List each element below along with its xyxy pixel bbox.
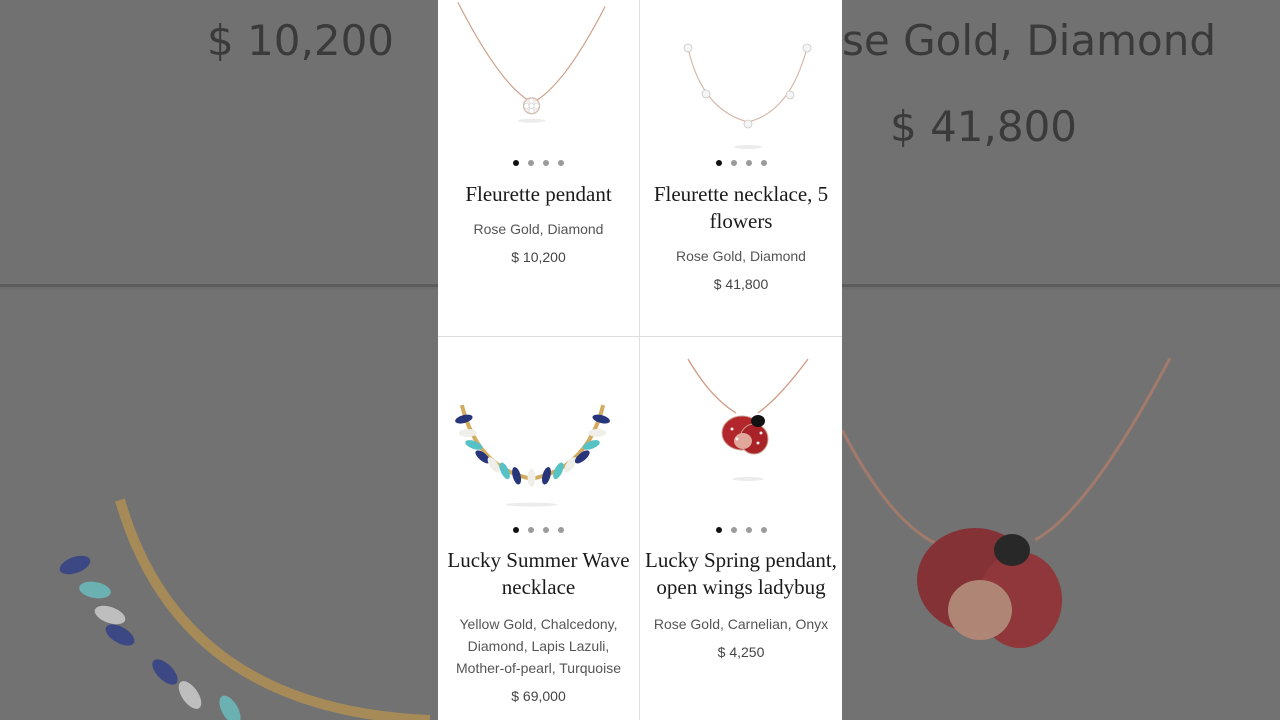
carousel-dot[interactable] [715, 527, 722, 533]
image-carousel-dots[interactable] [438, 527, 639, 533]
product-name[interactable]: Lucky Summer Wave necklace [442, 547, 635, 601]
wave-necklace-icon[interactable] [438, 347, 639, 517]
product-card[interactable]: Lucky Spring pendant, open wings ladybug… [640, 337, 842, 720]
product-name[interactable]: Lucky Spring pendant, open wings ladybug [644, 547, 838, 601]
product-card[interactable]: Fleurette pendant Rose Gold, Diamond $ 1… [438, 0, 640, 337]
image-carousel-dots[interactable] [438, 160, 639, 166]
image-carousel-dots[interactable] [640, 160, 842, 166]
product-material: Rose Gold, Carnelian, Onyx [653, 616, 829, 632]
carousel-dot[interactable] [760, 527, 767, 533]
background-material-right: se Gold, Diamond [842, 16, 1216, 65]
background-price-left: $ 10,200 [207, 16, 395, 65]
product-material: Rose Gold, Diamond [473, 221, 604, 237]
product-price: $ 41,800 [713, 276, 769, 292]
necklace-pendant-icon[interactable] [438, 0, 639, 150]
carousel-dot[interactable] [558, 527, 564, 533]
product-card[interactable]: Fleurette necklace, 5 flowers Rose Gold,… [640, 0, 842, 337]
carousel-dot[interactable] [760, 160, 767, 166]
product-grid: Fleurette pendant Rose Gold, Diamond $ 1… [438, 0, 842, 720]
product-grid-screen: Fleurette pendant Rose Gold, Diamond $ 1… [438, 0, 842, 720]
background-price-right: $ 41,800 [890, 102, 1078, 151]
carousel-dot[interactable] [715, 160, 722, 166]
carousel-dot[interactable] [528, 160, 534, 166]
product-name[interactable]: Fleurette pendant [442, 181, 635, 208]
product-name[interactable]: Fleurette necklace, 5 flowers [644, 181, 838, 235]
carousel-dot[interactable] [543, 527, 549, 533]
necklace-five-flowers-icon[interactable] [640, 0, 842, 150]
product-price: $ 69,000 [511, 688, 566, 704]
carousel-dot[interactable] [558, 160, 564, 166]
carousel-dot[interactable] [730, 160, 737, 166]
carousel-dot[interactable] [745, 527, 752, 533]
product-card[interactable]: Lucky Summer Wave necklace Yellow Gold, … [438, 337, 640, 720]
product-price: $ 10,200 [511, 249, 566, 265]
carousel-dot[interactable] [745, 160, 752, 166]
carousel-dot[interactable] [730, 527, 737, 533]
product-material: Rose Gold, Diamond [676, 248, 806, 264]
carousel-dot[interactable] [513, 160, 519, 166]
product-material: Yellow Gold, Chalcedony, Diamond, Lapis … [456, 616, 621, 676]
carousel-dot[interactable] [513, 527, 519, 533]
carousel-dot[interactable] [543, 160, 549, 166]
ladybug-pendant-icon[interactable] [640, 347, 842, 517]
carousel-dot[interactable] [528, 527, 534, 533]
image-carousel-dots[interactable] [640, 527, 842, 533]
product-price: $ 4,250 [717, 644, 765, 660]
